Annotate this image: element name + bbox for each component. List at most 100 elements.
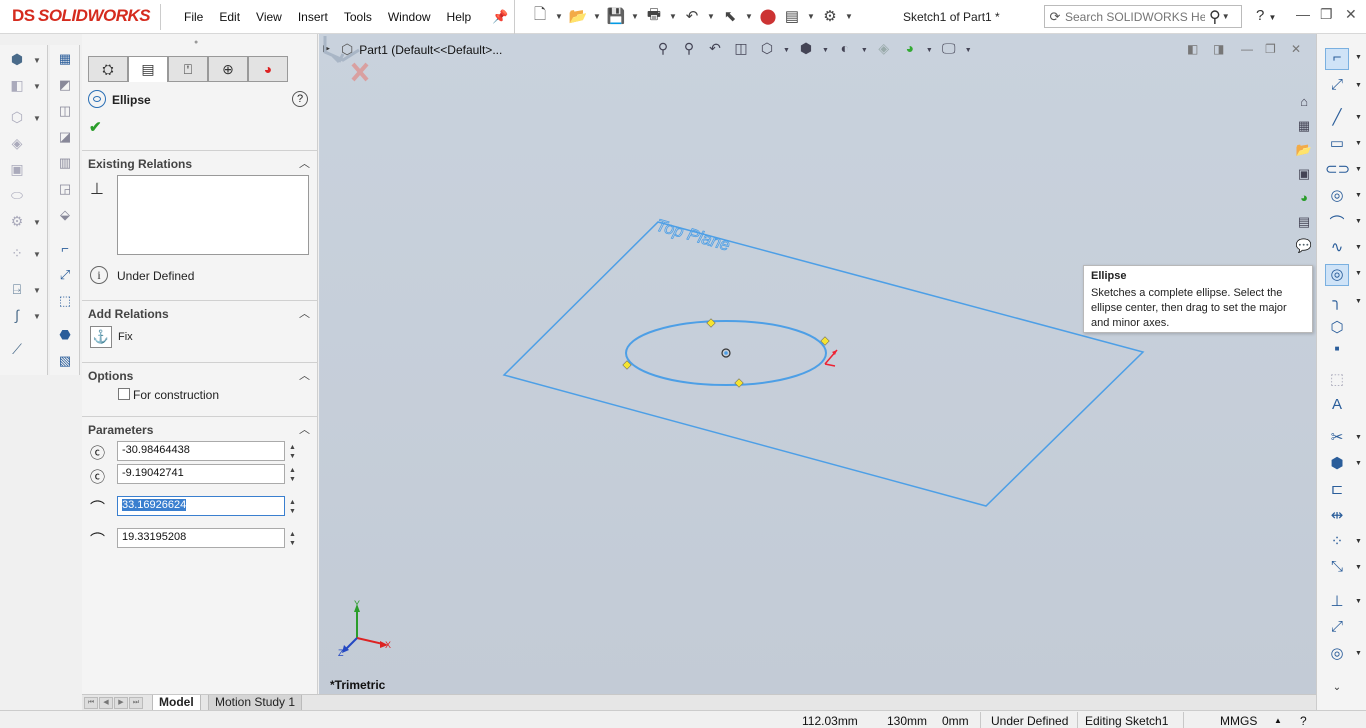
major-radius-spinner[interactable]: ▲ ▼: [289, 498, 299, 516]
viewport-split-right-icon[interactable]: ◨: [1213, 42, 1224, 56]
zoom-to-area-icon[interactable]: ⚲: [679, 40, 699, 60]
search-scope-icon[interactable]: ⟳: [1045, 9, 1065, 25]
display-relations-icon[interactable]: ⊥: [1325, 592, 1349, 614]
help-search-box[interactable]: ⟳ ⚲ ▼: [1044, 5, 1242, 28]
pattern-dropdown-icon[interactable]: ▼: [1355, 538, 1362, 545]
display-style-dropdown-icon[interactable]: ▼: [822, 47, 829, 54]
rectangle-icon[interactable]: ▭: [1325, 134, 1349, 156]
move-entities-icon[interactable]: ⤡: [1325, 558, 1349, 580]
ellipse-point-bottom[interactable]: [734, 378, 744, 388]
tab-feature-manager[interactable]: ⛭: [88, 56, 128, 82]
cut-sweep-icon[interactable]: ◫: [55, 103, 75, 123]
chamfer-icon[interactable]: ◲: [55, 181, 75, 201]
appearances-icon[interactable]: ◕: [1294, 190, 1314, 210]
revolved-boss-icon[interactable]: ◧: [6, 77, 28, 99]
fillet-icon[interactable]: ⬭: [6, 187, 28, 209]
fix-relation-button[interactable]: ⚓: [90, 326, 112, 348]
convert-entities-icon[interactable]: ⬢: [1325, 454, 1349, 476]
custom-properties-icon[interactable]: ▤: [1294, 214, 1314, 234]
scene-dropdown-icon[interactable]: ▼: [926, 47, 933, 54]
display-relations-icon[interactable]: ⬚: [55, 293, 75, 313]
center-y-input[interactable]: -9.19042741: [117, 464, 285, 484]
display-style-icon[interactable]: ⬢: [796, 40, 816, 60]
minor-radius-input[interactable]: 19.33195208: [117, 528, 285, 548]
sketch-dropdown-icon[interactable]: ▼: [1355, 54, 1362, 61]
tab-motion-study-1[interactable]: Motion Study 1: [208, 695, 303, 711]
save-dropdown-icon[interactable]: ▼: [630, 12, 640, 21]
viewport-minimize-icon[interactable]: —: [1241, 42, 1253, 56]
collapse-chevron-icon[interactable]: ︿: [299, 421, 310, 437]
tab-configuration-manager[interactable]: ⍞: [168, 56, 208, 82]
trim-entities-icon[interactable]: ✂: [1325, 428, 1349, 450]
existing-relations-list[interactable]: [117, 175, 309, 255]
linear-sketch-pattern-icon[interactable]: ⁘: [1325, 532, 1349, 554]
solidworks-logo[interactable]: DS SOLIDWORKS: [12, 6, 151, 26]
major-radius-input[interactable]: 33.16926624: [117, 496, 285, 516]
menu-file[interactable]: File: [176, 0, 211, 34]
panel-grip-icon[interactable]: ●: [194, 39, 198, 46]
ok-check-icon[interactable]: ✔: [89, 118, 102, 136]
sweep-dropdown-icon[interactable]: ▼: [33, 114, 41, 123]
new-document-icon[interactable]: 🗋: [530, 5, 550, 27]
tab-display-manager[interactable]: ◕: [248, 56, 288, 82]
cut-extrude-icon[interactable]: ▦: [55, 51, 75, 71]
point-icon[interactable]: ■: [1325, 344, 1349, 366]
smart-dimension-icon[interactable]: ⤢: [55, 267, 75, 287]
apply-scene-icon[interactable]: ◕: [900, 40, 920, 60]
curves-icon[interactable]: ∫: [6, 307, 28, 329]
snaps-dropdown-icon[interactable]: ▼: [1355, 650, 1362, 657]
spline-dropdown-icon[interactable]: ▼: [1355, 244, 1362, 251]
cut-revolve-icon[interactable]: ◩: [55, 77, 75, 97]
center-x-spinner[interactable]: ▲ ▼: [289, 443, 299, 461]
tab-dimxpert-manager[interactable]: ⊕: [208, 56, 248, 82]
sketch-icon[interactable]: ⌐: [55, 241, 75, 261]
repair-sketch-icon[interactable]: ▧: [55, 353, 75, 373]
prev-tab-icon[interactable]: ◀: [99, 697, 113, 709]
tab-model[interactable]: Model: [152, 695, 201, 711]
rib-icon[interactable]: ⬙: [55, 207, 75, 227]
file-properties-icon[interactable]: ▤: [782, 5, 802, 27]
help-button[interactable]: ? ▼: [1256, 7, 1276, 24]
orientation-dropdown-icon[interactable]: ▼: [783, 47, 790, 54]
exit-sketch-icon[interactable]: [323, 36, 360, 64]
pattern-icon[interactable]: ⚙: [6, 213, 28, 235]
parameters-header[interactable]: Parameters ︿: [82, 416, 318, 438]
hide-show-items-icon[interactable]: ◐: [835, 40, 855, 60]
pm-help-button[interactable]: ?: [292, 91, 308, 107]
ellipse-point-top[interactable]: [706, 318, 716, 328]
view-orientation-icon[interactable]: ⬡: [757, 40, 777, 60]
search-icon[interactable]: ⚲: [1209, 7, 1221, 27]
menu-tools[interactable]: Tools: [336, 0, 380, 34]
open-dropdown-icon[interactable]: ▼: [592, 12, 602, 21]
collapse-chevron-icon[interactable]: ︿: [299, 367, 310, 383]
first-tab-icon[interactable]: ⏮: [84, 697, 98, 709]
cancel-sketch-icon[interactable]: [351, 62, 369, 82]
linear-pattern-dropdown-icon[interactable]: ▼: [33, 250, 41, 259]
cut-loft-icon[interactable]: ◪: [55, 129, 75, 149]
reference-geometry-icon[interactable]: ⍈: [6, 281, 28, 303]
menu-insert[interactable]: Insert: [290, 0, 336, 34]
tab-property-manager[interactable]: ▤: [128, 56, 168, 82]
help-search-input[interactable]: [1065, 9, 1205, 24]
home-icon[interactable]: ⌂: [1294, 94, 1314, 114]
reference-dropdown-icon[interactable]: ▼: [33, 286, 41, 295]
ellipse-dropdown-icon[interactable]: ▼: [1355, 270, 1362, 277]
select-cursor-icon[interactable]: ⬉: [720, 5, 740, 27]
graphics-area[interactable]: Top Plane Y X Z ▶ ⬡ Part1 (Default<<Defa…: [319, 34, 1316, 694]
swept-boss-icon[interactable]: ⬡: [6, 109, 28, 131]
extrude-dropdown-icon[interactable]: ▼: [33, 56, 41, 65]
revolve-dropdown-icon[interactable]: ▼: [33, 82, 41, 91]
text-icon[interactable]: A: [1325, 396, 1349, 418]
sketch-mode-icon[interactable]: ⌐: [1325, 48, 1349, 70]
center-y-spinner[interactable]: ▲ ▼: [289, 466, 299, 484]
centerline-icon[interactable]: ⬚: [1325, 370, 1349, 392]
last-tab-icon[interactable]: ⏭: [129, 697, 143, 709]
arc-icon[interactable]: ⌒: [1325, 212, 1349, 234]
print-icon[interactable]: 🖶: [644, 5, 664, 27]
move-dropdown-icon[interactable]: ▼: [1355, 564, 1362, 571]
quick-snaps-icon[interactable]: ◎: [1325, 644, 1349, 666]
repair-sketch-icon[interactable]: ⤢: [1325, 618, 1349, 640]
menu-help[interactable]: Help: [439, 0, 480, 34]
menu-view[interactable]: View: [248, 0, 290, 34]
design-library-icon[interactable]: 📂: [1294, 142, 1314, 162]
